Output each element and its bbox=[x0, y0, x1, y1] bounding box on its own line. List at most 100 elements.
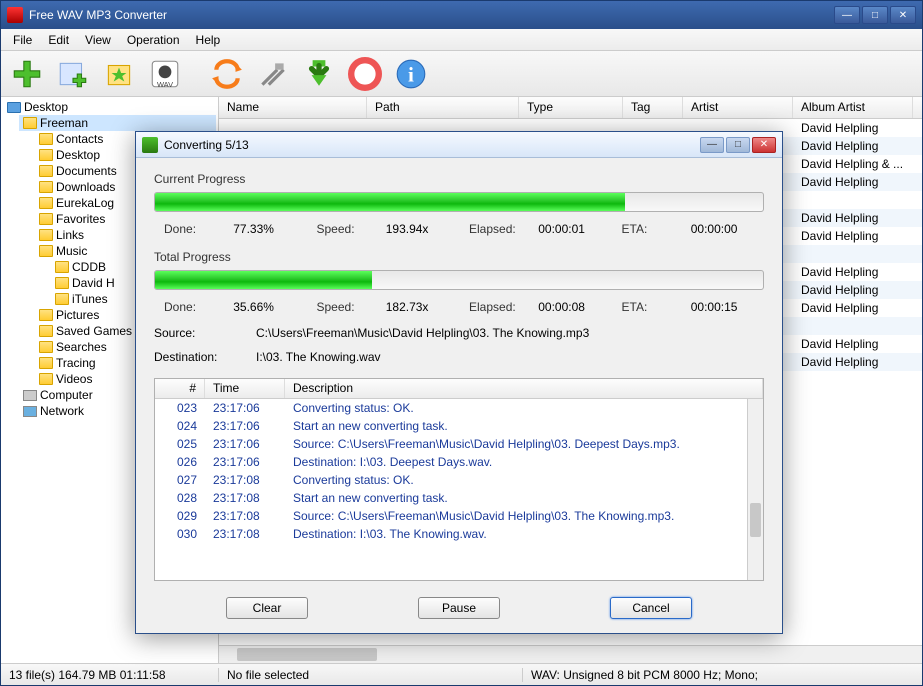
tree-item[interactable]: Desktop bbox=[56, 148, 100, 162]
log-row[interactable]: 02423:17:06Start an new converting task. bbox=[155, 417, 763, 435]
log-time: 23:17:08 bbox=[205, 509, 285, 523]
tree-item[interactable]: Pictures bbox=[56, 308, 99, 322]
tree-item[interactable]: Saved Games bbox=[56, 324, 132, 338]
total-progress-fill bbox=[155, 271, 372, 289]
log-time: 23:17:08 bbox=[205, 527, 285, 541]
close-button[interactable]: ✕ bbox=[890, 6, 916, 24]
pause-button[interactable]: Pause bbox=[418, 597, 500, 619]
log-row[interactable]: 02823:17:08Start an new converting task. bbox=[155, 489, 763, 507]
add-files-button[interactable] bbox=[7, 54, 47, 94]
col-tag[interactable]: Tag bbox=[623, 97, 683, 118]
tree-item[interactable]: Videos bbox=[56, 372, 92, 386]
tree-item[interactable]: Music bbox=[56, 244, 87, 258]
log-col-desc[interactable]: Description bbox=[285, 379, 763, 398]
tree-item[interactable]: Searches bbox=[56, 340, 107, 354]
help-button[interactable] bbox=[345, 54, 385, 94]
tree-item[interactable]: Favorites bbox=[56, 212, 105, 226]
status-left: 13 file(s) 164.79 MB 01:11:58 bbox=[1, 668, 219, 682]
col-type[interactable]: Type bbox=[519, 97, 623, 118]
settings-button[interactable] bbox=[253, 54, 293, 94]
log-col-number[interactable]: # bbox=[155, 379, 205, 398]
menu-operation[interactable]: Operation bbox=[119, 30, 188, 50]
album-artist-cell: David Helpling bbox=[793, 355, 913, 369]
menubar: File Edit View Operation Help bbox=[1, 29, 922, 51]
clear-button[interactable]: Clear bbox=[226, 597, 308, 619]
col-name[interactable]: Name bbox=[219, 97, 367, 118]
log-time: 23:17:08 bbox=[205, 473, 285, 487]
album-artist-cell: David Helpling bbox=[793, 175, 913, 189]
album-artist-cell: David Helpling bbox=[793, 139, 913, 153]
log-col-time[interactable]: Time bbox=[205, 379, 285, 398]
dialog-minimize-button[interactable]: — bbox=[700, 137, 724, 153]
tree-item[interactable]: Contacts bbox=[56, 132, 103, 146]
convert-button[interactable] bbox=[207, 54, 247, 94]
main-titlebar[interactable]: Free WAV MP3 Converter — □ ✕ bbox=[1, 1, 922, 29]
status-right: WAV: Unsigned 8 bit PCM 8000 Hz; Mono; bbox=[523, 668, 922, 682]
tree-item[interactable]: CDDB bbox=[72, 260, 106, 274]
folder-icon bbox=[39, 229, 53, 241]
tree-computer[interactable]: Computer bbox=[40, 388, 93, 402]
destination-label: Destination: bbox=[154, 350, 236, 364]
log-scrollbar[interactable] bbox=[747, 399, 763, 580]
minimize-button[interactable]: — bbox=[834, 6, 860, 24]
download-button[interactable] bbox=[299, 54, 339, 94]
log-number: 027 bbox=[155, 473, 205, 487]
folder-icon bbox=[39, 357, 53, 369]
tree-item[interactable]: Downloads bbox=[56, 180, 115, 194]
log-scroll-thumb[interactable] bbox=[750, 503, 761, 537]
dialog-title: Converting 5/13 bbox=[164, 138, 700, 152]
col-path[interactable]: Path bbox=[367, 97, 519, 118]
dialog-close-button[interactable]: ✕ bbox=[752, 137, 776, 153]
menu-edit[interactable]: Edit bbox=[40, 30, 77, 50]
toolbar: WAV i bbox=[1, 51, 922, 97]
done-label-2: Done: bbox=[164, 300, 213, 314]
format-button[interactable]: WAV bbox=[145, 54, 185, 94]
folder-icon bbox=[39, 341, 53, 353]
destination-value: I:\03. The Knowing.wav bbox=[256, 350, 381, 364]
dialog-titlebar[interactable]: Converting 5/13 — □ ✕ bbox=[136, 132, 782, 158]
menu-help[interactable]: Help bbox=[188, 30, 229, 50]
menu-file[interactable]: File bbox=[5, 30, 40, 50]
album-artist-cell: David Helpling bbox=[793, 211, 913, 225]
folder-icon bbox=[39, 245, 53, 257]
log-row[interactable]: 02523:17:06Source: C:\Users\Freeman\Musi… bbox=[155, 435, 763, 453]
favorites-button[interactable] bbox=[99, 54, 139, 94]
current-speed: 193.94x bbox=[386, 222, 449, 236]
folder-icon bbox=[39, 325, 53, 337]
current-eta: 00:00:00 bbox=[691, 222, 754, 236]
log-table: # Time Description 02323:17:06Converting… bbox=[154, 378, 764, 581]
log-row[interactable]: 02923:17:08Source: C:\Users\Freeman\Musi… bbox=[155, 507, 763, 525]
log-number: 028 bbox=[155, 491, 205, 505]
source-value: C:\Users\Freeman\Music\David Helpling\03… bbox=[256, 326, 589, 340]
menu-view[interactable]: View bbox=[77, 30, 119, 50]
tree-item[interactable]: David H bbox=[72, 276, 115, 290]
tree-item[interactable]: Tracing bbox=[56, 356, 96, 370]
dialog-maximize-button[interactable]: □ bbox=[726, 137, 750, 153]
col-album-artist[interactable]: Album Artist bbox=[793, 97, 913, 118]
log-row[interactable]: 02623:17:06Destination: I:\03. Deepest D… bbox=[155, 453, 763, 471]
add-folder-button[interactable] bbox=[53, 54, 93, 94]
about-button[interactable]: i bbox=[391, 54, 431, 94]
log-time: 23:17:06 bbox=[205, 437, 285, 451]
tree-user[interactable]: Freeman bbox=[40, 116, 88, 130]
tree-network[interactable]: Network bbox=[40, 404, 84, 418]
total-elapsed: 00:00:08 bbox=[538, 300, 601, 314]
tree-item[interactable]: iTunes bbox=[72, 292, 108, 306]
maximize-button[interactable]: □ bbox=[862, 6, 888, 24]
tree-item[interactable]: Links bbox=[56, 228, 84, 242]
log-row[interactable]: 02323:17:06Converting status: OK. bbox=[155, 399, 763, 417]
cancel-button[interactable]: Cancel bbox=[610, 597, 692, 619]
col-artist[interactable]: Artist bbox=[683, 97, 793, 118]
scroll-thumb[interactable] bbox=[237, 648, 377, 661]
log-row[interactable]: 02723:17:08Converting status: OK. bbox=[155, 471, 763, 489]
tree-item[interactable]: Documents bbox=[56, 164, 117, 178]
tree-item[interactable]: EurekaLog bbox=[56, 196, 114, 210]
log-number: 030 bbox=[155, 527, 205, 541]
tree-desktop[interactable]: Desktop bbox=[24, 100, 68, 114]
elapsed-label-2: Elapsed: bbox=[469, 300, 518, 314]
log-row[interactable]: 03023:17:08Destination: I:\03. The Knowi… bbox=[155, 525, 763, 543]
horizontal-scrollbar[interactable] bbox=[219, 645, 922, 663]
current-progress-label: Current Progress bbox=[154, 172, 764, 186]
log-body[interactable]: 02323:17:06Converting status: OK.02423:1… bbox=[155, 399, 763, 580]
album-artist-cell: David Helpling bbox=[793, 265, 913, 279]
